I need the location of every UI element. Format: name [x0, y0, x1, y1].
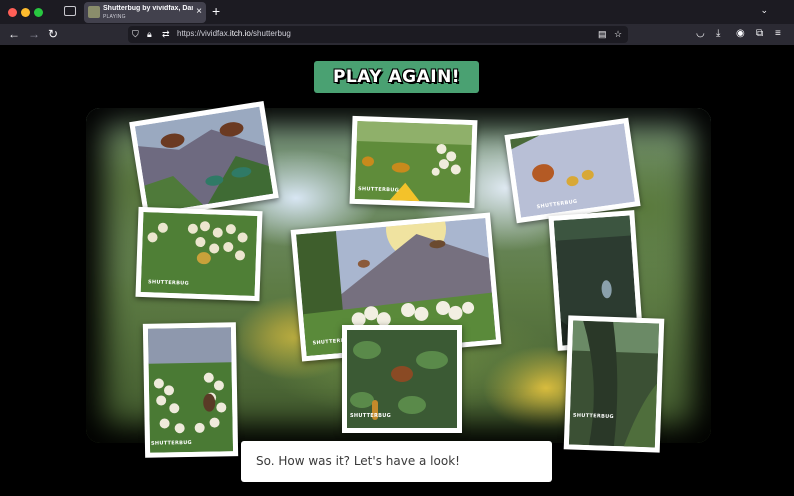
watermark: SHUTTERBUG: [350, 413, 392, 419]
tab-title: Shutterbug by vividfax, Dan Ems: [103, 5, 193, 12]
photo-hoverfly-flowers[interactable]: SHUTTERBUG: [349, 115, 478, 209]
tab-shutterbug[interactable]: Shutterbug by vividfax, Dan Ems PLAYING …: [84, 2, 206, 23]
tab-manager-icon[interactable]: [64, 6, 76, 16]
url-bar[interactable]: ⛉ 🔒︎ ⇄ https://vividfax.itch.io/shutterb…: [128, 26, 628, 43]
url-path: /shutterbug: [250, 29, 291, 38]
favicon-icon: [88, 6, 100, 18]
minimize-window-button[interactable]: [21, 8, 30, 17]
play-again-button[interactable]: PLAY AGAIN!: [314, 61, 479, 93]
close-tab-button[interactable]: ×: [196, 6, 202, 18]
photo-flower-stalk[interactable]: SHUTTERBUG: [142, 322, 239, 458]
menu-icon[interactable]: ≡: [775, 27, 781, 41]
url-prefix: https://vividfax.: [177, 29, 230, 38]
download-icon[interactable]: ⤓: [716, 27, 720, 41]
photo-caterpillar-leaves[interactable]: SHUTTERBUG: [342, 325, 462, 433]
reload-icon[interactable]: ↻: [48, 27, 58, 41]
photo-image: [147, 327, 234, 453]
chevron-down-icon[interactable]: ⌄: [760, 5, 768, 16]
permissions-icon[interactable]: ⇄: [162, 28, 170, 41]
shield-icon[interactable]: ⛉: [132, 28, 139, 41]
back-arrow-icon[interactable]: ←: [8, 27, 20, 41]
tab-strip: Shutterbug by vividfax, Dan Ems PLAYING …: [0, 0, 794, 24]
new-tab-button[interactable]: +: [212, 3, 220, 19]
game-canvas[interactable]: PLAY AGAIN! SHUTTERBUG SHUTTERBUG SHUTTE…: [0, 45, 794, 496]
watermark: SHUTTERBUG: [150, 439, 193, 447]
forward-arrow-icon[interactable]: →: [28, 27, 40, 41]
photo-bee-flowers[interactable]: SHUTTERBUG: [135, 206, 263, 302]
maximize-window-button[interactable]: [34, 8, 43, 17]
url-text[interactable]: https://vividfax.itch.io/shutterbug: [177, 29, 291, 38]
reader-view-icon[interactable]: ▤: [598, 28, 607, 41]
lock-icon[interactable]: 🔒︎: [147, 28, 152, 41]
dialog-box[interactable]: So. How was it? Let's have a look!: [241, 441, 552, 482]
photo-butterfly-bees-sky[interactable]: SHUTTERBUG: [504, 117, 641, 224]
close-window-button[interactable]: [8, 8, 17, 17]
dialog-text: So. How was it? Let's have a look!: [256, 454, 460, 468]
browser-chrome: Shutterbug by vividfax, Dan Ems PLAYING …: [0, 0, 794, 45]
star-icon[interactable]: ☆: [614, 28, 622, 41]
tab-status: PLAYING: [103, 14, 126, 20]
photo-forest-trunk[interactable]: SHUTTERBUG: [563, 315, 665, 453]
photo-butterflies-mountain[interactable]: [129, 100, 279, 220]
nav-bar: ← → ↻ ⛉ 🔒︎ ⇄ https://vividfax.itch.io/sh…: [0, 24, 794, 45]
url-domain: itch.io: [229, 29, 251, 38]
extensions-icon[interactable]: ⧉: [756, 27, 763, 41]
photo-image: [134, 106, 274, 214]
pocket-icon[interactable]: ◡: [696, 27, 705, 41]
account-icon[interactable]: ◉: [736, 27, 745, 41]
photo-image: [568, 320, 660, 448]
